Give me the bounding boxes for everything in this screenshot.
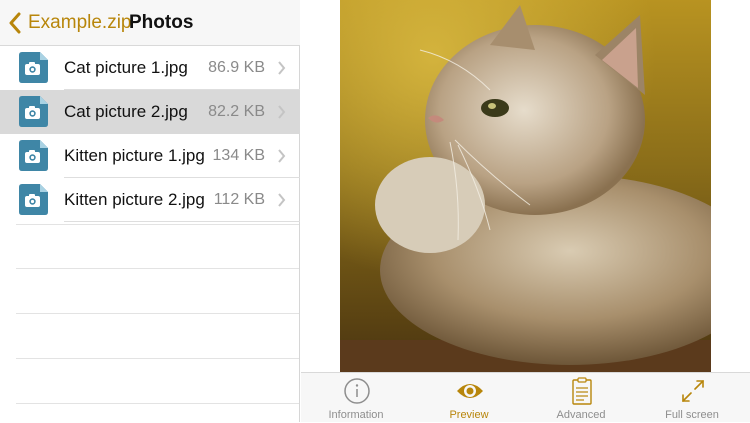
- file-name: Kitten picture 2.jpg: [64, 190, 205, 209]
- file-name: Kitten picture 1.jpg: [64, 146, 205, 165]
- tab-advanced[interactable]: Advanced: [526, 373, 636, 423]
- tab-advanced-label: Advanced: [556, 409, 606, 421]
- tab-full-screen[interactable]: Full screen: [637, 373, 747, 423]
- camera-file-icon: [19, 184, 48, 215]
- row-divider: [64, 221, 300, 222]
- tab-preview[interactable]: Preview: [414, 373, 524, 423]
- file-size: 134 KB: [212, 147, 265, 164]
- chevron-right-icon: [278, 149, 286, 163]
- empty-row-divider: [16, 313, 299, 314]
- file-size: 82.2 KB: [208, 103, 265, 120]
- camera-file-icon: [19, 96, 48, 127]
- chevron-right-icon: [278, 61, 286, 75]
- chevron-right-icon: [278, 193, 286, 207]
- expand-icon: [682, 380, 704, 402]
- info-icon: [344, 378, 370, 404]
- file-row[interactable]: Cat picture 2.jpg 82.2 KB: [0, 90, 300, 134]
- eye-icon: [457, 384, 483, 398]
- file-row[interactable]: Kitten picture 2.jpg 112 KB: [0, 178, 300, 222]
- empty-row-divider: [16, 403, 299, 404]
- file-row[interactable]: Cat picture 1.jpg 86.9 KB: [0, 46, 300, 90]
- camera-file-icon: [19, 140, 48, 171]
- file-row[interactable]: Kitten picture 1.jpg 134 KB: [0, 134, 300, 178]
- navigation-bar: Example.zip Photos: [0, 0, 300, 46]
- chevron-right-icon: [278, 105, 286, 119]
- file-name: Cat picture 2.jpg: [64, 102, 188, 121]
- empty-row-divider: [16, 268, 299, 269]
- empty-row-divider: [16, 224, 299, 225]
- cat-photo: [340, 0, 711, 372]
- image-preview[interactable]: [340, 0, 711, 372]
- file-name: Cat picture 1.jpg: [64, 58, 188, 77]
- file-list: Cat picture 1.jpg 86.9 KB Cat picture 2.…: [0, 46, 300, 222]
- tab-bar: Information Preview Advanced Full screen: [301, 372, 750, 422]
- camera-file-icon: [19, 52, 48, 83]
- back-button-label: Example.zip: [28, 12, 132, 33]
- page-title: Photos: [129, 12, 194, 33]
- tab-preview-label: Preview: [449, 409, 489, 421]
- empty-row-divider: [16, 358, 299, 359]
- chevron-left-icon: [9, 12, 21, 34]
- tab-information-label: Information: [328, 409, 384, 421]
- file-list-pane: Example.zip Photos Cat picture 1.jpg 86.…: [0, 0, 300, 422]
- tab-full-screen-label: Full screen: [665, 409, 719, 421]
- back-button[interactable]: Example.zip: [8, 9, 132, 37]
- tab-information[interactable]: Information: [301, 373, 411, 423]
- file-size: 112 KB: [213, 191, 265, 208]
- file-size: 86.9 KB: [208, 59, 265, 76]
- clipboard-icon: [572, 377, 592, 405]
